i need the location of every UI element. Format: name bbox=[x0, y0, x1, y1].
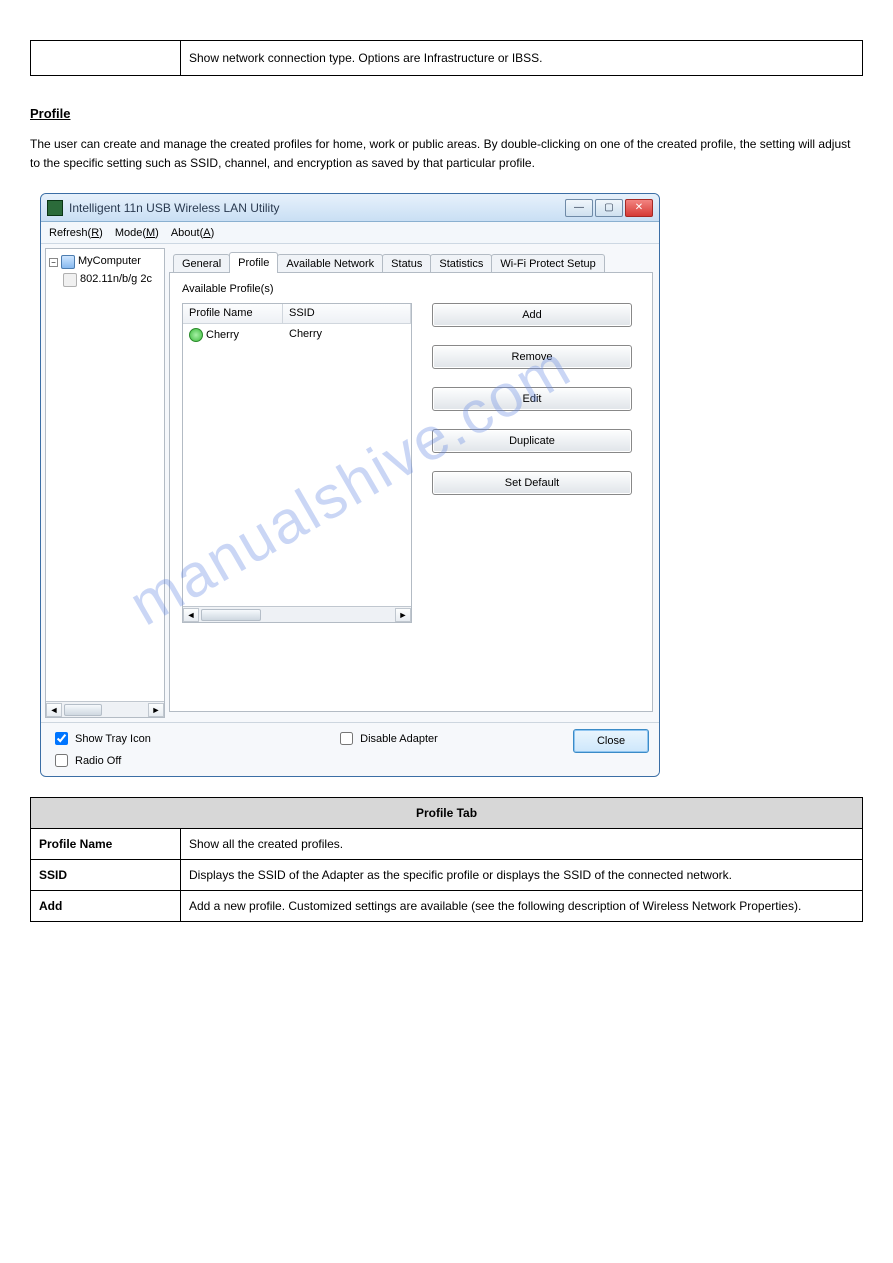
col-profile-name[interactable]: Profile Name bbox=[183, 304, 283, 323]
col-ssid[interactable]: SSID bbox=[283, 304, 411, 323]
bottom-bar: Show Tray Icon Radio Off Disable Adapter… bbox=[41, 722, 659, 776]
computer-icon bbox=[61, 255, 75, 269]
tab-profile[interactable]: Profile bbox=[229, 252, 278, 273]
row-val: Show all the created profiles. bbox=[181, 829, 862, 859]
app-icon bbox=[47, 200, 63, 216]
add-button[interactable]: Add bbox=[432, 303, 632, 327]
row-profile-name: Cherry bbox=[206, 329, 239, 341]
menu-bar: Refresh(R) Mode(M) About(A) bbox=[41, 222, 659, 244]
profile-table-header: Profile Tab bbox=[31, 798, 862, 828]
signal-icon bbox=[189, 328, 203, 342]
tab-available-network[interactable]: Available Network bbox=[277, 254, 383, 273]
list-scroll-thumb[interactable] bbox=[201, 609, 261, 621]
menu-about[interactable]: About(A) bbox=[171, 227, 214, 239]
section-heading-profile: Profile bbox=[30, 106, 863, 121]
profile-doc-table: Profile Tab Profile Name Show all the cr… bbox=[30, 797, 863, 922]
list-scroll-right-icon[interactable]: ► bbox=[395, 608, 411, 622]
maximize-button[interactable]: ▢ bbox=[595, 199, 623, 217]
disable-adapter-checkbox[interactable]: Disable Adapter bbox=[336, 729, 438, 748]
table-row: SSID Displays the SSID of the Adapter as… bbox=[31, 859, 862, 890]
scroll-left-icon[interactable]: ◄ bbox=[46, 703, 62, 717]
profiles-listbox[interactable]: Profile Name SSID Cherry bbox=[182, 303, 412, 623]
close-button[interactable]: Close bbox=[573, 729, 649, 753]
scroll-thumb[interactable] bbox=[64, 704, 102, 716]
tree-collapse-icon[interactable]: − bbox=[49, 258, 58, 267]
tab-wps[interactable]: Wi-Fi Protect Setup bbox=[491, 254, 604, 273]
row-ssid: Cherry bbox=[283, 326, 411, 344]
remove-button[interactable]: Remove bbox=[432, 345, 632, 369]
tab-strip: General Profile Available Network Status… bbox=[169, 248, 653, 272]
available-profiles-label: Available Profile(s) bbox=[182, 283, 642, 295]
show-tray-checkbox[interactable]: Show Tray Icon bbox=[51, 729, 201, 748]
radio-off-checkbox[interactable]: Radio Off bbox=[51, 751, 201, 770]
title-bar: Intelligent 11n USB Wireless LAN Utility… bbox=[41, 194, 659, 222]
minimize-button[interactable]: — bbox=[565, 199, 593, 217]
duplicate-button[interactable]: Duplicate bbox=[432, 429, 632, 453]
list-scroll-left-icon[interactable]: ◄ bbox=[183, 608, 199, 622]
tree-root-mycomputer[interactable]: − MyComputer bbox=[49, 253, 161, 271]
menu-mode[interactable]: Mode(M) bbox=[115, 227, 159, 239]
window-close-button[interactable]: ✕ bbox=[625, 199, 653, 217]
tab-statistics[interactable]: Statistics bbox=[430, 254, 492, 273]
list-scrollbar[interactable]: ◄ ► bbox=[183, 606, 411, 622]
row-val: Displays the SSID of the Adapter as the … bbox=[181, 860, 862, 890]
row-key: Profile Name bbox=[31, 829, 181, 859]
scroll-right-icon[interactable]: ► bbox=[148, 703, 164, 717]
list-header: Profile Name SSID bbox=[183, 304, 411, 324]
list-item[interactable]: Cherry Cherry bbox=[183, 324, 411, 346]
table-row: Add Add a new profile. Customized settin… bbox=[31, 890, 862, 921]
set-default-button[interactable]: Set Default bbox=[432, 471, 632, 495]
row-val: Add a new profile. Customized settings a… bbox=[181, 891, 862, 921]
profile-tab-panel: Available Profile(s) Profile Name SSID bbox=[169, 272, 653, 712]
network-type-label bbox=[31, 41, 181, 75]
tab-status[interactable]: Status bbox=[382, 254, 431, 273]
network-type-desc: Show network connection type. Options ar… bbox=[181, 41, 862, 75]
adapter-icon bbox=[63, 273, 77, 287]
menu-refresh[interactable]: Refresh(R) bbox=[49, 227, 103, 239]
network-type-row: Show network connection type. Options ar… bbox=[30, 40, 863, 76]
tree-root-label: MyComputer bbox=[78, 253, 141, 271]
edit-button[interactable]: Edit bbox=[432, 387, 632, 411]
intro-paragraph: The user can create and manage the creat… bbox=[30, 135, 863, 173]
device-tree-pane: − MyComputer 802.11n/b/g 2c ◄ ► bbox=[45, 248, 165, 718]
window-title: Intelligent 11n USB Wireless LAN Utility bbox=[69, 201, 565, 215]
tree-scrollbar[interactable]: ◄ ► bbox=[46, 701, 164, 717]
table-row: Profile Name Show all the created profil… bbox=[31, 828, 862, 859]
row-key: SSID bbox=[31, 860, 181, 890]
tab-general[interactable]: General bbox=[173, 254, 230, 273]
app-window: Intelligent 11n USB Wireless LAN Utility… bbox=[40, 193, 660, 777]
tree-adapter-label: 802.11n/b/g 2c bbox=[80, 271, 152, 289]
row-key: Add bbox=[31, 891, 181, 921]
tree-adapter-item[interactable]: 802.11n/b/g 2c bbox=[49, 271, 161, 289]
